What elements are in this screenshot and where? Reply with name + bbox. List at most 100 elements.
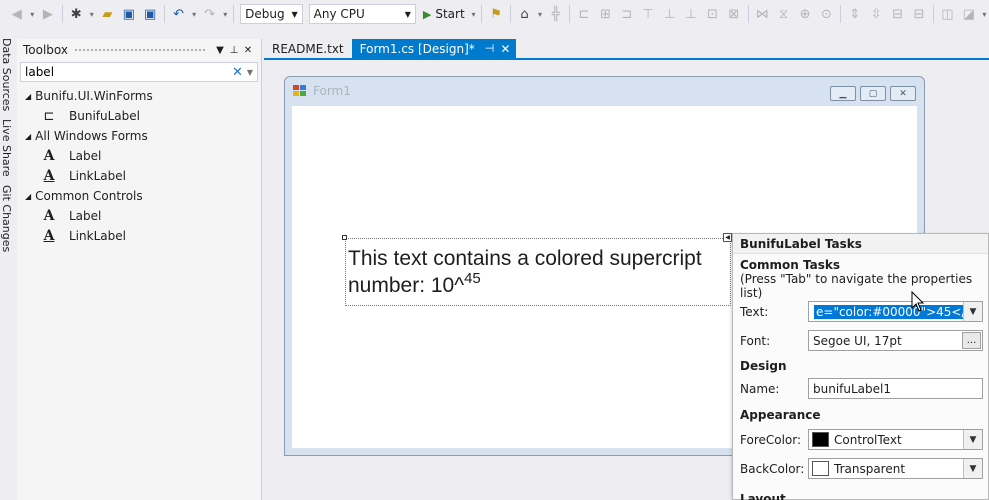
tab-label: README.txt: [272, 41, 344, 56]
toolbox-group-label: Bunifu.UI.WinForms: [35, 89, 153, 103]
toolbar-separator: [747, 5, 749, 23]
toolbar-separator: [509, 5, 511, 23]
form-window-buttons: ▁ ▢ ✕: [826, 86, 916, 101]
toolbar-separator: [840, 5, 842, 23]
start-dropdown-icon[interactable]: ▾: [469, 10, 479, 19]
tab-form1-design[interactable]: Form1.cs [Design]* ⊣ ✕: [351, 39, 517, 58]
redo-dropdown-icon[interactable]: ▾: [220, 10, 230, 19]
increase-spacing-icon[interactable]: ⧖: [773, 3, 794, 25]
toolbar-separator: [932, 5, 934, 23]
toolbox-group-bunifu[interactable]: ◢ Bunifu.UI.WinForms: [17, 86, 261, 106]
text-property-value[interactable]: e="color:#00000">45</sup>: [814, 304, 963, 319]
text-property-field[interactable]: e="color:#00000">45</sup> ▼: [808, 301, 983, 322]
browser-link-icon[interactable]: ⌂: [514, 3, 535, 25]
side-tool-tabs: Data Sources Live Share Git Changes: [0, 38, 16, 500]
toolbox-drag-grip[interactable]: [74, 47, 207, 53]
toolbox-item-linklabel[interactable]: A LinkLabel: [17, 226, 261, 246]
center-horizontally-icon[interactable]: ⊟: [887, 3, 908, 25]
chevron-down-icon[interactable]: ▼: [963, 302, 982, 321]
horizontal-spacing-icon[interactable]: ⋈: [752, 3, 773, 25]
resize-handle[interactable]: [342, 235, 347, 240]
bunifu-label-control[interactable]: This text contains a colored supercript …: [345, 238, 731, 306]
smart-tag-glyph-icon[interactable]: ◀: [723, 233, 732, 242]
form-title: Form1: [313, 84, 351, 98]
browser-link-dropdown-icon[interactable]: ▾: [535, 10, 545, 19]
open-file-icon[interactable]: ▰: [97, 3, 118, 25]
tab-label: Form1.cs [Design]*: [359, 41, 475, 56]
backcolor-property-field[interactable]: Transparent ▼: [808, 458, 983, 479]
toolbar-separator: [569, 5, 571, 23]
align-middles-icon[interactable]: ⊥: [659, 3, 680, 25]
new-project-icon[interactable]: ✱: [66, 3, 87, 25]
toolbox-item-label: LinkLabel: [69, 169, 126, 183]
toolbox-item-label[interactable]: A Label: [17, 206, 261, 226]
undo-icon[interactable]: ↶: [168, 3, 189, 25]
side-tab-data-sources[interactable]: Data Sources: [0, 38, 13, 111]
pin-icon[interactable]: ⊥: [227, 45, 241, 56]
clear-search-icon[interactable]: ✕: [232, 65, 243, 80]
center-vertically-icon[interactable]: ⊟: [908, 3, 929, 25]
bring-to-front-icon[interactable]: ◫: [937, 3, 958, 25]
redo-icon[interactable]: ↷: [199, 3, 220, 25]
align-to-grid-icon[interactable]: ╬: [545, 3, 566, 25]
forecolor-swatch: [812, 432, 829, 447]
size-to-grid-icon[interactable]: ⊠: [723, 3, 744, 25]
chevron-down-icon[interactable]: ▼: [247, 68, 253, 77]
form-icon: [293, 85, 307, 97]
smart-tag-panel: BunifuLabel Tasks Common Tasks (Press "T…: [732, 233, 989, 500]
align-lefts-icon[interactable]: ⊏: [573, 3, 594, 25]
toolbox-item-linklabel[interactable]: A LinkLabel: [17, 166, 261, 186]
toolbox-group-common-controls[interactable]: ◢ Common Controls: [17, 186, 261, 206]
toolbox-titlebar: Toolbox ▼ ⊥ ✕: [17, 39, 261, 61]
font-browse-button[interactable]: ...: [962, 332, 981, 349]
side-tab-git-changes[interactable]: Git Changes: [0, 185, 13, 252]
tab-readme[interactable]: README.txt: [264, 39, 352, 58]
pin-icon[interactable]: ⊣: [485, 42, 495, 55]
side-tab-live-share[interactable]: Live Share: [0, 119, 13, 177]
save-all-icon[interactable]: ▣: [139, 3, 160, 25]
back-dropdown-icon[interactable]: ▾: [27, 10, 37, 19]
toolbox-search-input[interactable]: [25, 65, 228, 79]
toolbar-overflow-icon[interactable]: ▾: [980, 10, 989, 19]
make-same-width-icon[interactable]: ⊡: [702, 3, 723, 25]
new-project-dropdown-icon[interactable]: ▾: [87, 10, 97, 19]
toolbox-group-all-windows-forms[interactable]: ◢ All Windows Forms: [17, 126, 261, 146]
forecolor-property-label: ForeColor:: [740, 432, 802, 447]
undo-dropdown-icon[interactable]: ▾: [189, 10, 199, 19]
document-tab-strip: README.txt Form1.cs [Design]* ⊣ ✕: [264, 39, 989, 60]
close-icon[interactable]: ✕: [241, 45, 255, 56]
label-text-line2: number: 10^: [348, 274, 465, 297]
close-icon[interactable]: ✕: [500, 42, 510, 56]
toolbox-options-icon[interactable]: ▼: [213, 45, 227, 56]
name-property-field[interactable]: bunifuLabel1: [808, 378, 983, 399]
align-rights-icon[interactable]: ⊐: [616, 3, 637, 25]
toolbox-panel: Toolbox ▼ ⊥ ✕ ✕ ▼ ◢ Bunifu.UI.WinForms ⊏…: [17, 39, 262, 500]
label-icon: A: [43, 148, 55, 164]
hot-reload-icon[interactable]: ⚑: [485, 3, 506, 25]
remove-spacing-icon[interactable]: ⊙: [816, 3, 837, 25]
align-centers-icon[interactable]: ⊞: [595, 3, 616, 25]
chevron-down-icon[interactable]: ▼: [963, 459, 982, 478]
decrease-spacing-icon[interactable]: ⊕: [794, 3, 815, 25]
forecolor-property-field[interactable]: ControlText ▼: [808, 429, 983, 450]
toolbox-item-bunifulabel[interactable]: ⊏⁠ BunifuLabel: [17, 106, 261, 126]
chevron-down-icon[interactable]: ▼: [963, 430, 982, 449]
back-icon[interactable]: ◀: [6, 3, 27, 25]
backcolor-property-row: BackColor: Transparent ▼: [733, 454, 988, 483]
increase-vertical-spacing-icon[interactable]: ⇳: [866, 3, 887, 25]
save-icon[interactable]: ▣: [118, 3, 139, 25]
font-property-value: Segoe UI, 17pt: [813, 333, 902, 348]
align-bottoms-icon[interactable]: ⊥: [680, 3, 701, 25]
align-tops-icon[interactable]: ⊤: [638, 3, 659, 25]
forward-icon[interactable]: ▶: [37, 3, 58, 25]
start-button[interactable]: ▶ Start: [419, 7, 469, 21]
send-to-back-icon[interactable]: ◪: [958, 3, 979, 25]
platform-select[interactable]: Any CPU ▼: [308, 4, 416, 24]
navigation-note: (Press "Tab" to navigate the properties …: [740, 272, 973, 300]
toolbox-group-label: All Windows Forms: [35, 129, 148, 143]
font-property-field[interactable]: Segoe UI, 17pt ...: [808, 330, 983, 351]
toolbox-item-label[interactable]: A Label: [17, 146, 261, 166]
vertical-spacing-icon[interactable]: ⇕: [844, 3, 865, 25]
configuration-select[interactable]: Debug ▼: [240, 4, 303, 24]
minimize-icon: ▁: [830, 86, 856, 101]
